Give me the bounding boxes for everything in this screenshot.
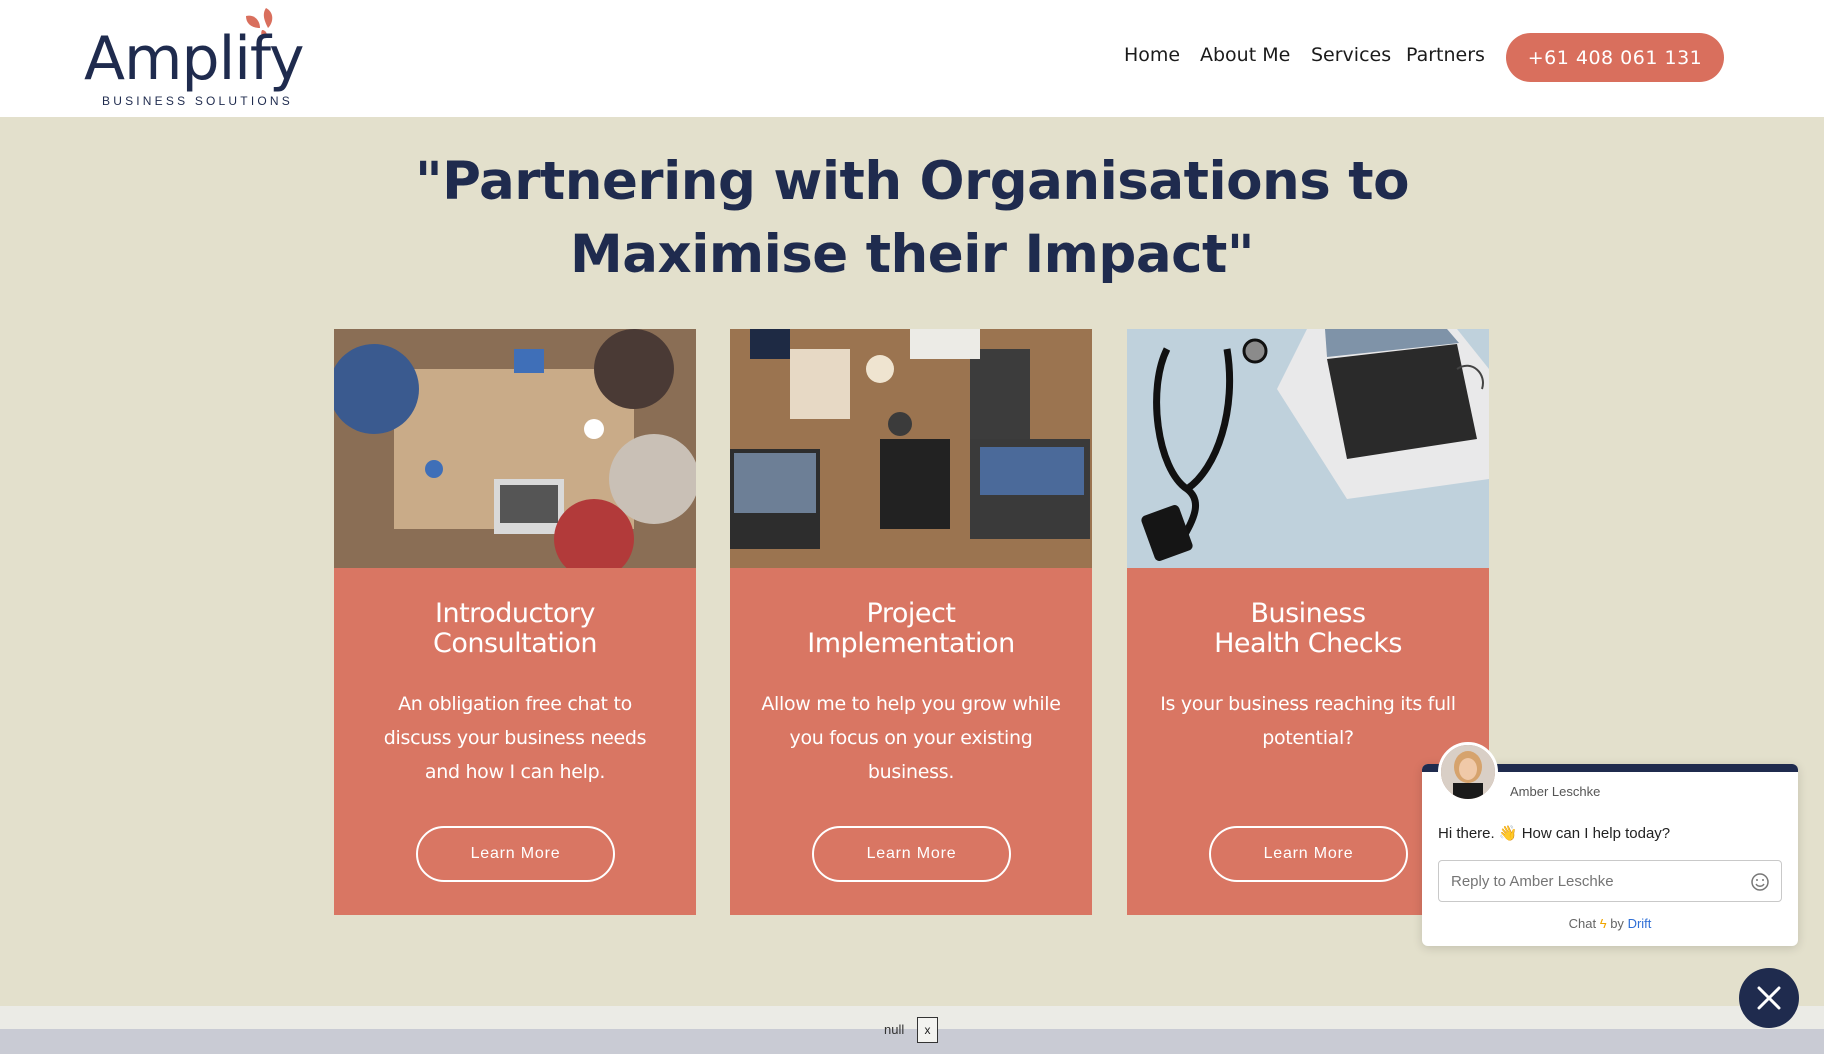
debug-null-text: null [884,1022,905,1037]
nav-home[interactable]: Home [1124,44,1180,66]
agent-avatar [1438,742,1498,802]
nav-partners[interactable]: Partners [1406,44,1485,66]
phone-button[interactable]: +61 408 061 131 [1506,33,1724,82]
chat-widget: Amber Leschke Hi there. 👋 How can I help… [1422,742,1798,946]
card-description: An obligation free chat to discuss your … [383,693,647,783]
service-card-consultation: Introductory Consultation An obligation … [334,329,696,915]
logo-wordmark: Amplify [84,24,304,94]
learn-more-button[interactable]: Learn More [416,826,615,882]
learn-more-button[interactable]: Learn More [812,826,1011,882]
footer-bar [0,1029,1824,1054]
chat-close-button[interactable] [1739,968,1799,1028]
hero-headline: "Partnering with Organisations to Maximi… [414,151,1410,285]
debug-close-button[interactable]: x [917,1017,938,1043]
card-title: Introductory Consultation [432,598,598,659]
chat-footer-chat: Chat [1568,916,1597,931]
card-title: Project Implementation [807,598,1015,659]
footer-strip [0,1006,1824,1029]
drift-link[interactable]: Drift [1628,916,1652,931]
amplify-logo[interactable]: Amplify BUSINESS SOLUTIONS [84,6,314,110]
card-image-meeting [334,329,696,568]
learn-more-button[interactable]: Learn More [1209,826,1408,882]
card-description: Is your business reaching its full poten… [1160,693,1456,749]
agent-name: Amber Leschke [1510,784,1601,799]
emoji-icon[interactable] [1750,872,1770,892]
chat-reply-input[interactable] [1438,860,1782,902]
chat-footer-by: by [1610,916,1624,931]
nav-about-me[interactable]: About Me [1200,44,1290,66]
card-image-stethoscope-laptop [1127,329,1489,568]
site-header: Amplify BUSINESS SOLUTIONS Home About Me… [0,0,1824,117]
card-description: Allow me to help you grow while you focu… [761,693,1061,783]
chat-branding[interactable]: Chat ϟ by Drift [1422,916,1798,931]
card-title: Business Health Checks [1214,598,1402,659]
logo-tagline: BUSINESS SOLUTIONS [102,94,293,108]
service-card-implementation: Project Implementation Allow me to help … [730,329,1092,915]
nav-services[interactable]: Services [1311,44,1391,66]
lightning-icon: ϟ [1599,916,1607,931]
close-icon [1757,986,1781,1010]
card-image-laptops [730,329,1092,568]
chat-message: Hi there. 👋 How can I help today? [1438,825,1671,842]
